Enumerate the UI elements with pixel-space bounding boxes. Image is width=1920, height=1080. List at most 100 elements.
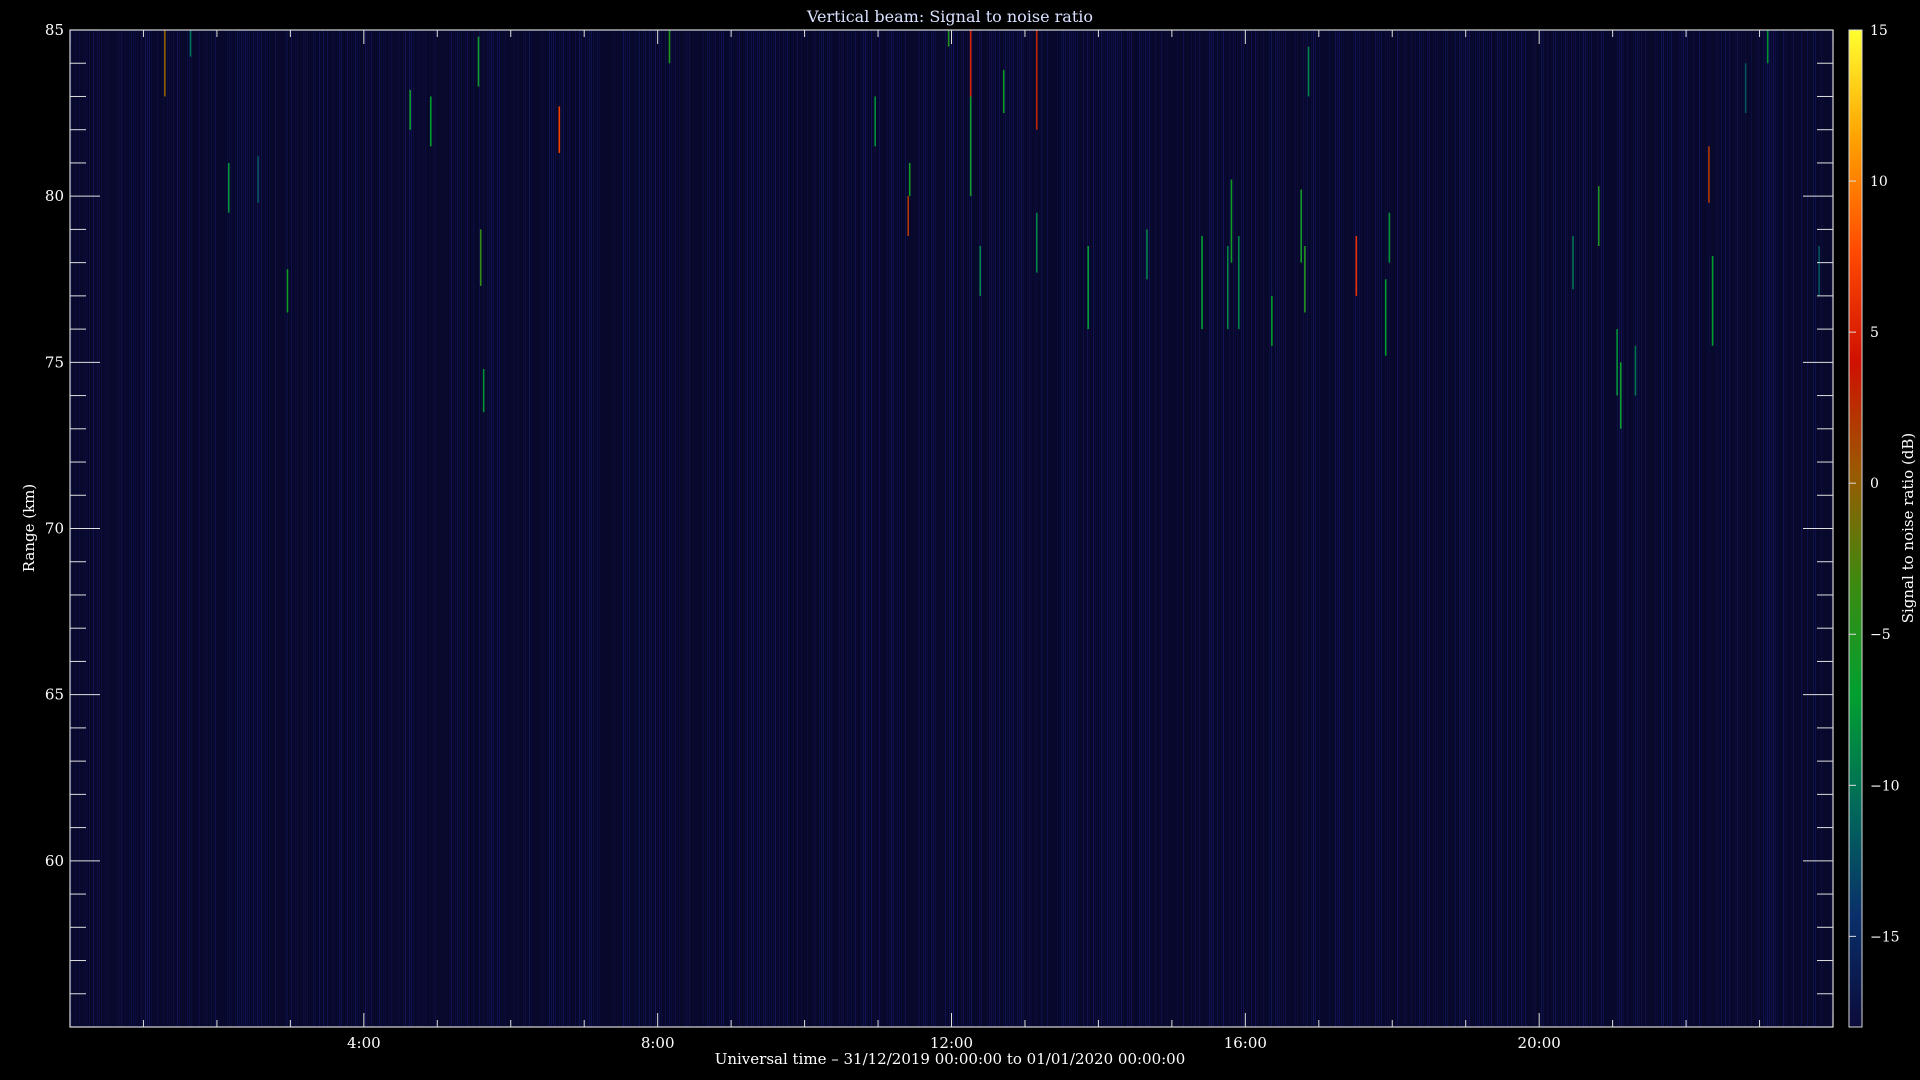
- noise-streak: [1567, 30, 1568, 1027]
- noise-streak: [1793, 30, 1794, 1027]
- snr-event-mark: [1087, 246, 1089, 330]
- noise-streak: [1387, 30, 1388, 1027]
- noise-streak: [1127, 30, 1128, 1027]
- noise-streak: [1317, 30, 1318, 1027]
- noise-streak: [309, 30, 310, 1027]
- noise-streak: [1031, 30, 1032, 1027]
- noise-streak: [533, 30, 534, 1027]
- noise-streak: [643, 30, 644, 1027]
- noise-streak: [539, 30, 540, 1027]
- noise-streak: [715, 30, 716, 1027]
- noise-streak: [873, 30, 874, 1027]
- noise-streak: [1111, 30, 1112, 1027]
- noise-streak: [853, 30, 854, 1027]
- noise-streak: [709, 30, 710, 1027]
- noise-streak: [1513, 30, 1514, 1027]
- noise-streak: [577, 30, 578, 1027]
- noise-streak: [1775, 30, 1776, 1027]
- noise-streak: [1625, 30, 1626, 1027]
- noise-streak: [1283, 30, 1284, 1027]
- noise-streak: [215, 30, 216, 1027]
- noise-streak: [1731, 30, 1732, 1027]
- noise-streak: [1657, 30, 1658, 1027]
- noise-streak: [1075, 30, 1076, 1027]
- noise-streak: [645, 30, 646, 1027]
- noise-streak: [1269, 30, 1270, 1027]
- noise-streak: [1531, 30, 1532, 1027]
- noise-streak: [1167, 30, 1168, 1027]
- noise-streak: [1375, 30, 1376, 1027]
- noise-streak: [1389, 30, 1390, 1027]
- noise-streak: [313, 30, 314, 1027]
- noise-streak: [1521, 30, 1522, 1027]
- noise-streak: [1801, 30, 1802, 1027]
- noise-streak: [817, 30, 818, 1027]
- noise-streak: [1797, 30, 1798, 1027]
- noise-streak: [1293, 30, 1294, 1027]
- noise-streak: [363, 30, 364, 1027]
- noise-streak: [1399, 30, 1400, 1027]
- noise-streak: [465, 30, 466, 1027]
- noise-streak: [921, 30, 922, 1027]
- colorbar-tick-label: 15: [1870, 23, 1888, 39]
- noise-streak: [1741, 30, 1742, 1027]
- noise-streak: [201, 30, 202, 1027]
- noise-streak: [1129, 30, 1130, 1027]
- noise-streak: [1099, 30, 1100, 1027]
- noise-streak: [513, 30, 514, 1027]
- noise-streak: [911, 30, 912, 1027]
- noise-streak: [1543, 30, 1544, 1027]
- noise-streak: [345, 30, 346, 1027]
- noise-streak: [785, 30, 786, 1027]
- noise-streak: [673, 30, 674, 1027]
- noise-streak: [1393, 30, 1394, 1027]
- noise-streak: [879, 30, 880, 1027]
- noise-streak: [1733, 30, 1734, 1027]
- noise-streak: [281, 30, 282, 1027]
- noise-streak: [739, 30, 740, 1027]
- noise-streak: [335, 30, 336, 1027]
- noise-streak: [801, 30, 802, 1027]
- noise-streak: [1101, 30, 1102, 1027]
- noise-streak: [1763, 30, 1764, 1027]
- noise-streak: [1311, 30, 1312, 1027]
- noise-streak: [615, 30, 616, 1027]
- noise-streak: [1077, 30, 1078, 1027]
- noise-streak: [1649, 30, 1650, 1027]
- snr-event-mark: [874, 96, 876, 147]
- noise-streak: [1229, 30, 1230, 1027]
- noise-streak: [943, 30, 944, 1027]
- noise-streak: [367, 30, 368, 1027]
- noise-streak: [1685, 30, 1686, 1027]
- noise-streak: [1373, 30, 1374, 1027]
- noise-streak: [803, 30, 804, 1027]
- noise-streak: [1319, 30, 1320, 1027]
- noise-streak: [285, 30, 286, 1027]
- noise-streak: [1081, 30, 1082, 1027]
- noise-streak: [1653, 30, 1654, 1027]
- noise-streak: [1287, 30, 1288, 1027]
- noise-streak: [559, 30, 560, 1027]
- noise-streak: [391, 30, 392, 1027]
- noise-streak: [1597, 30, 1598, 1027]
- noise-streak: [889, 30, 890, 1027]
- noise-streak: [1057, 30, 1058, 1027]
- noise-streak: [1675, 30, 1676, 1027]
- noise-streak: [325, 30, 326, 1027]
- noise-streak: [385, 30, 386, 1027]
- noise-streak: [767, 30, 768, 1027]
- noise-streak: [151, 30, 152, 1027]
- noise-streak: [1219, 30, 1220, 1027]
- noise-streak: [1033, 30, 1034, 1027]
- noise-streak: [1441, 30, 1442, 1027]
- noise-streak: [423, 30, 424, 1027]
- noise-streak: [529, 30, 530, 1027]
- noise-streak: [665, 30, 666, 1027]
- noise-streak: [1639, 30, 1640, 1027]
- noise-streak: [1141, 30, 1142, 1027]
- noise-streak: [1275, 30, 1276, 1027]
- noise-streak: [959, 30, 960, 1027]
- noise-streak: [451, 30, 452, 1027]
- noise-streak: [671, 30, 672, 1027]
- noise-streak: [1697, 30, 1698, 1027]
